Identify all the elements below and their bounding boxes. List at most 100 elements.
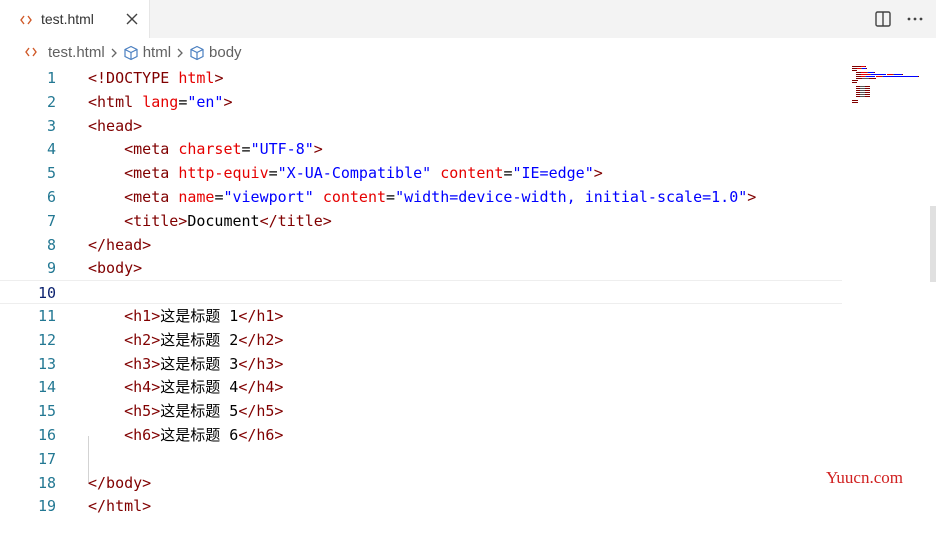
code-token: = bbox=[386, 188, 396, 206]
code-line[interactable]: 3 <head> bbox=[0, 114, 842, 138]
code-token: content bbox=[322, 188, 387, 206]
code-text: <h2>这是标题 2</h2> bbox=[88, 328, 283, 352]
minimap-token bbox=[852, 102, 858, 103]
tab-test-html[interactable]: test.html bbox=[0, 0, 150, 38]
code-text: <meta http-equiv="X-UA-Compatible" conte… bbox=[88, 161, 603, 185]
line-number: 17 bbox=[37, 449, 56, 468]
line-number: 19 bbox=[37, 497, 56, 516]
minimap-token bbox=[866, 68, 867, 69]
code-token: <h1> bbox=[124, 307, 161, 325]
code-token: "UTF-8" bbox=[250, 140, 314, 159]
minimap-token bbox=[852, 100, 858, 101]
code-token: "IE=edge" bbox=[512, 164, 594, 183]
code-token: 这是标题 1 bbox=[160, 307, 239, 325]
code-token: > bbox=[313, 140, 323, 159]
code-line[interactable]: 17 bbox=[0, 447, 842, 471]
breadcrumb-item-label: body bbox=[209, 43, 242, 61]
code-text: </body> bbox=[88, 471, 151, 495]
code-token: > bbox=[593, 164, 603, 183]
code-text: <h5>这是标题 5</h5> bbox=[88, 399, 283, 423]
minimap-token bbox=[869, 78, 876, 79]
code-token: <h6> bbox=[124, 426, 161, 444]
code-token: "en" bbox=[187, 92, 224, 111]
code-line[interactable]: 6 <meta name="viewport" content="width=d… bbox=[0, 185, 842, 209]
line-number: 14 bbox=[37, 378, 56, 397]
code-token: = bbox=[241, 140, 251, 159]
editor-actions bbox=[874, 0, 936, 38]
breadcrumb-item-label: html bbox=[142, 43, 172, 61]
minimap-token bbox=[865, 86, 870, 87]
minimap-token bbox=[865, 92, 870, 93]
line-number: 4 bbox=[46, 140, 56, 159]
minimap-token bbox=[874, 72, 875, 73]
code-token: <title> bbox=[124, 211, 188, 230]
breadcrumb-item-body[interactable]: body bbox=[189, 44, 242, 61]
code-editor[interactable]: 1 <!DOCTYPE html> 2 <html lang="en"> 3 <head>… bbox=[0, 66, 936, 534]
minimap-token bbox=[865, 90, 870, 91]
code-line[interactable]: 9 <body> bbox=[0, 256, 842, 280]
more-actions-icon[interactable] bbox=[906, 10, 924, 28]
code-token: <meta bbox=[124, 188, 179, 206]
tab-bar: test.html bbox=[0, 0, 936, 38]
code-line[interactable]: 8 </head> bbox=[0, 233, 842, 257]
line-number: 18 bbox=[37, 473, 56, 492]
code-token: <h2> bbox=[124, 330, 161, 349]
minimap-token bbox=[852, 70, 857, 71]
code-line[interactable]: 19 </html> bbox=[0, 494, 842, 518]
line-number: 11 bbox=[37, 307, 56, 325]
code-token: Document bbox=[187, 211, 260, 230]
code-token: "width=device-width, initial-scale=1.0" bbox=[395, 188, 748, 206]
code-text: <h3>这是标题 3</h3> bbox=[88, 352, 283, 376]
code-text: <title>Document</title> bbox=[88, 209, 332, 233]
code-line[interactable]: 12 <h2>这是标题 2</h2> bbox=[0, 328, 842, 352]
code-token: 这是标题 2 bbox=[160, 330, 239, 349]
code-token: <body> bbox=[88, 259, 143, 278]
code-token: name bbox=[178, 188, 215, 206]
close-icon[interactable] bbox=[125, 12, 139, 26]
minimap-token bbox=[852, 80, 858, 81]
code-line[interactable]: 4 <meta charset="UTF-8"> bbox=[0, 137, 842, 161]
split-editor-icon[interactable] bbox=[874, 10, 892, 28]
code-token: 这是标题 5 bbox=[160, 402, 239, 421]
code-file-icon bbox=[20, 13, 32, 25]
code-token: charset bbox=[178, 140, 242, 159]
code-line[interactable]: 13 <h3>这是标题 3</h3> bbox=[0, 352, 842, 376]
code-line[interactable]: 2 <html lang="en"> bbox=[0, 90, 842, 114]
code-line[interactable]: 15 <h5>这是标题 5</h5> bbox=[0, 399, 842, 423]
code-line[interactable]: 11 <h1>这是标题 1</h1> bbox=[0, 304, 842, 328]
code-line[interactable]: 14 <h4>这是标题 4</h4> bbox=[0, 375, 842, 399]
tab-label: test.html bbox=[41, 11, 94, 27]
code-line[interactable]: 16 <h6>这是标题 6</h6> bbox=[0, 423, 842, 447]
code-token: </body> bbox=[88, 473, 152, 492]
code-text: <meta charset="UTF-8"> bbox=[88, 137, 323, 161]
breadcrumb-item-html[interactable]: html bbox=[123, 44, 171, 61]
code-line[interactable]: 7 <title>Document</title> bbox=[0, 209, 842, 233]
code-line[interactable]: 10 bbox=[0, 280, 842, 305]
code-line[interactable]: 5 <meta http-equiv="X-UA-Compatible" con… bbox=[0, 161, 842, 185]
minimap-token bbox=[852, 66, 861, 67]
code-token: <h4> bbox=[124, 378, 161, 397]
code-line[interactable]: 18 </body> bbox=[0, 471, 842, 495]
breadcrumb-file[interactable]: test.html bbox=[24, 44, 105, 61]
code-token: </h4> bbox=[238, 378, 284, 397]
code-text: <body> bbox=[88, 256, 142, 280]
code-token: </html> bbox=[88, 497, 152, 516]
code-token: <meta bbox=[124, 164, 179, 183]
vertical-scrollbar[interactable] bbox=[930, 66, 936, 534]
code-file-icon bbox=[24, 45, 38, 59]
scrollbar-thumb[interactable] bbox=[930, 206, 936, 282]
code-line[interactable]: 1 <!DOCTYPE html> bbox=[0, 66, 842, 90]
code-token: <h5> bbox=[124, 402, 161, 421]
code-token: </h3> bbox=[238, 354, 284, 373]
minimap-token bbox=[865, 96, 870, 97]
code-text: <html lang="en"> bbox=[88, 90, 233, 114]
code-token: html bbox=[178, 69, 215, 87]
minimap[interactable] bbox=[848, 66, 932, 106]
